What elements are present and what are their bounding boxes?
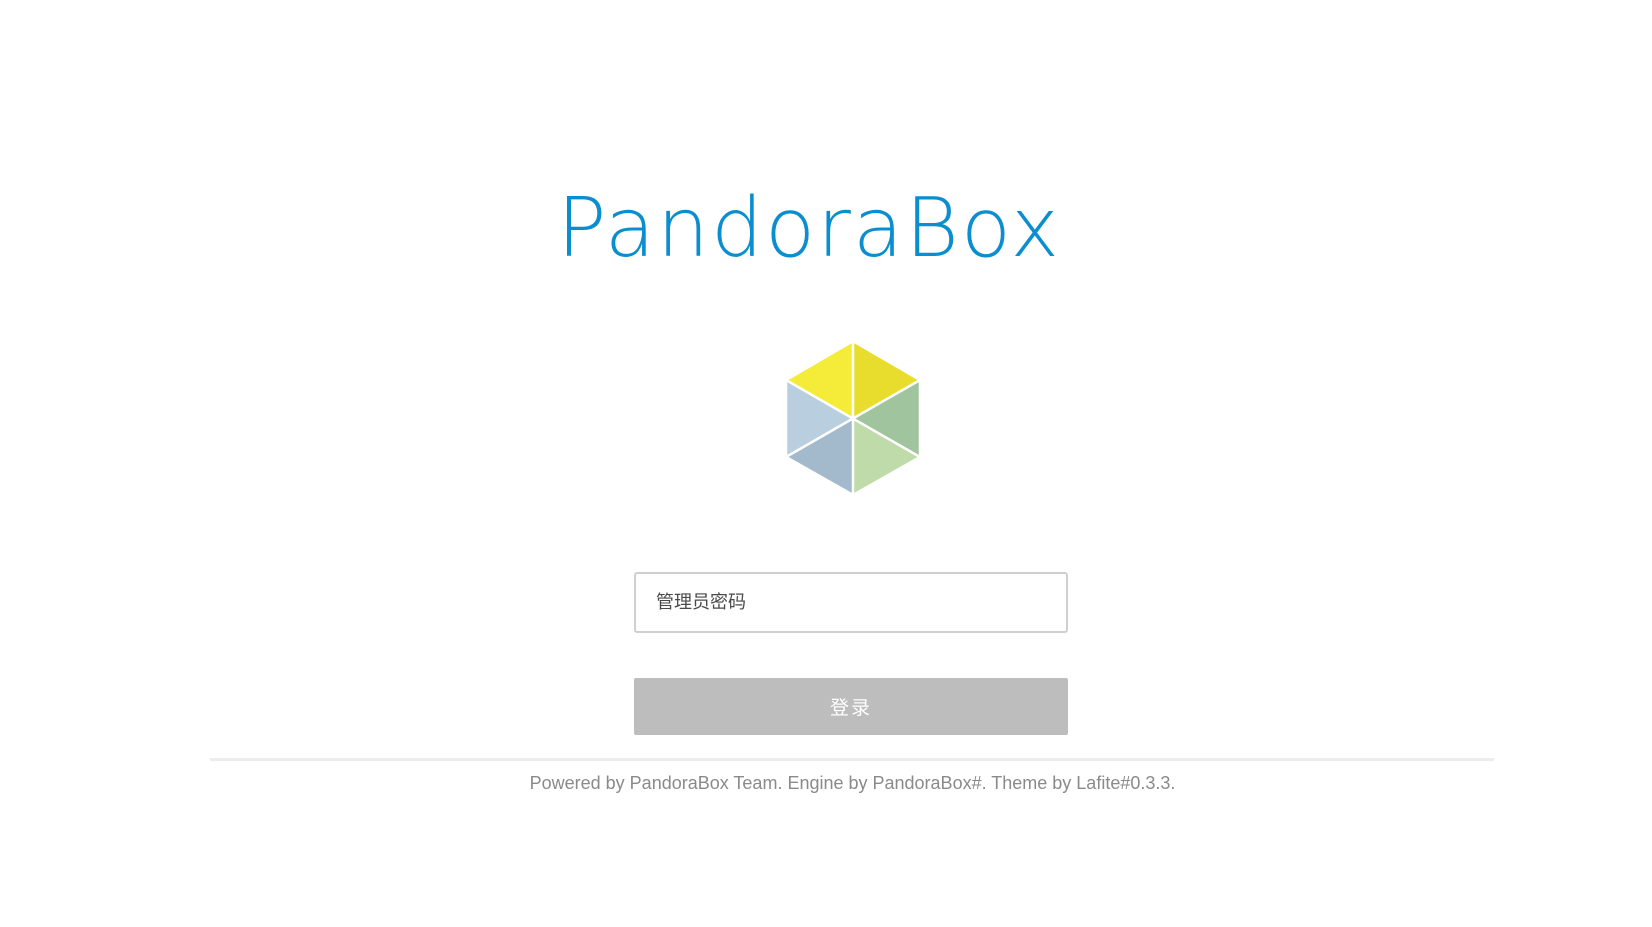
brand-wordmark: PandoraBox [556, 181, 1062, 276]
admin-password-input[interactable] [634, 572, 1068, 633]
footer-credits: Powered by PandoraBox Team. Engine by Pa… [529, 773, 1176, 793]
login-button[interactable]: 登录 [634, 678, 1068, 735]
footer-divider [210, 758, 1494, 761]
pandorabox-cube-icon [784, 339, 922, 495]
